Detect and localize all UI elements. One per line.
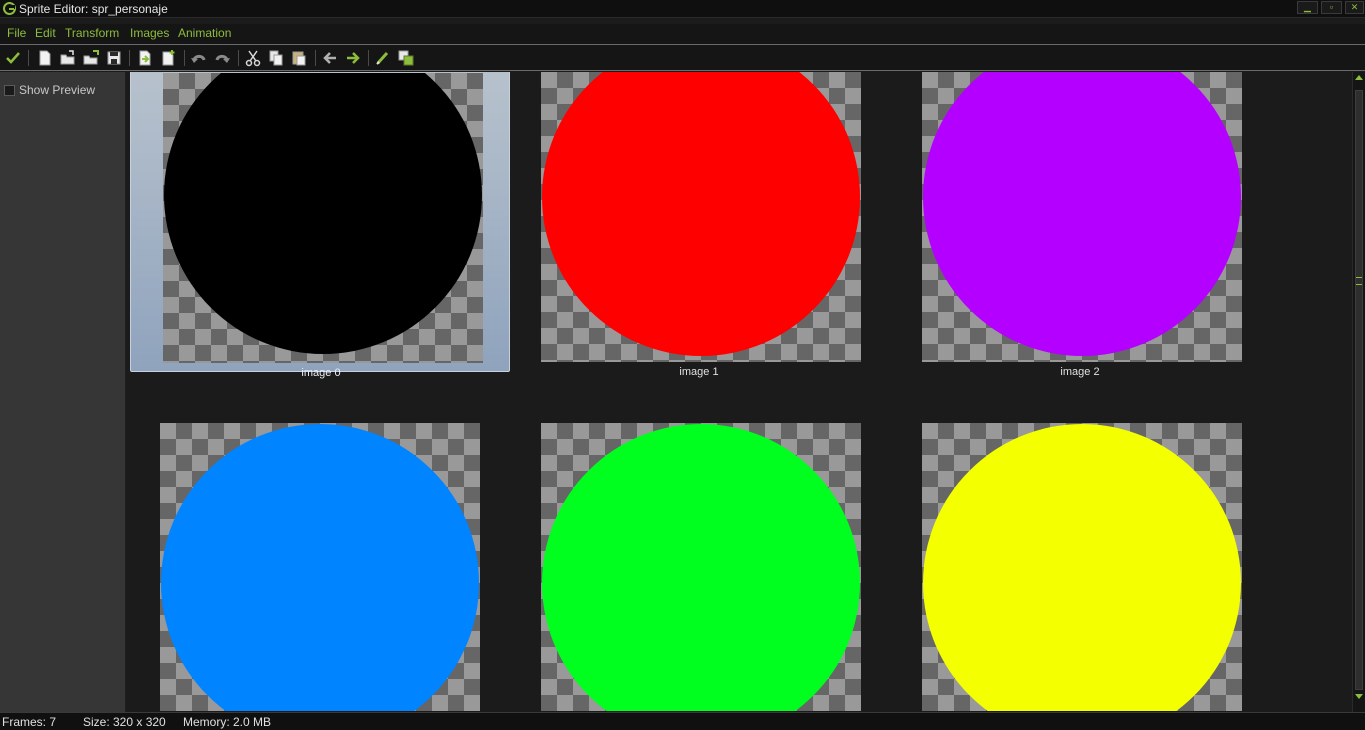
arrow-left-icon xyxy=(323,52,336,64)
scrollbar-thumb[interactable] xyxy=(1355,90,1363,690)
status-bar: Frames: 7 Size: 320 x 320 Memory: 2.0 MB xyxy=(0,712,1365,730)
copy-icon xyxy=(269,50,283,66)
copy-button[interactable] xyxy=(267,49,285,67)
frame-1-circle xyxy=(542,72,860,356)
frame-1-label: image 1 xyxy=(679,366,719,378)
move-left-button[interactable] xyxy=(321,49,339,67)
frame-5-circle xyxy=(923,424,1241,711)
status-frames: Frames: 7 xyxy=(2,715,57,729)
frame-2-circle xyxy=(923,72,1241,356)
frame-3[interactable] xyxy=(128,423,508,712)
new-frame-icon xyxy=(162,50,175,66)
status-size: Size: 320 x 320 xyxy=(83,715,166,729)
menu-edit[interactable]: Edit xyxy=(35,26,56,40)
cut-button[interactable] xyxy=(244,49,262,67)
close-button[interactable]: ✕ xyxy=(1345,1,1364,14)
restore-button[interactable]: ▫ xyxy=(1321,1,1342,14)
move-right-button[interactable] xyxy=(344,49,362,67)
frame-5-thumbnail xyxy=(922,423,1242,711)
new-frame-button[interactable] xyxy=(159,49,177,67)
paste-button[interactable] xyxy=(290,49,308,67)
undo-icon xyxy=(191,54,206,63)
save-button[interactable] xyxy=(105,49,123,67)
frame-0-label: image 0 xyxy=(301,367,341,379)
frame-2[interactable]: image 2 xyxy=(890,72,1270,378)
import-icon xyxy=(139,50,151,66)
undo-button[interactable] xyxy=(190,49,208,67)
open-icon xyxy=(60,50,75,65)
frame-grid: image 0 image 1 image 2 xyxy=(127,72,1352,712)
toolbar-divider xyxy=(315,50,316,66)
pencil-icon xyxy=(376,51,389,65)
menu-transform[interactable]: Transform xyxy=(65,26,119,40)
frame-4[interactable] xyxy=(509,423,889,712)
toolbar-divider xyxy=(238,50,239,66)
frame-1[interactable]: image 1 xyxy=(509,72,889,378)
frame-3-circle xyxy=(161,424,479,711)
frame-0[interactable]: image 0 xyxy=(130,72,510,379)
scroll-down-icon[interactable] xyxy=(1355,694,1363,699)
toolbar-divider xyxy=(368,50,369,66)
cut-icon xyxy=(245,50,261,67)
toolbar xyxy=(0,45,1365,71)
window-title: Sprite Editor: spr_personaje xyxy=(19,2,168,16)
redo-button[interactable] xyxy=(213,49,231,67)
frame-4-circle xyxy=(542,424,860,711)
new-icon xyxy=(39,50,51,66)
open-add-icon xyxy=(83,50,99,65)
left-panel: Show Preview xyxy=(0,72,126,712)
frame-1-thumbnail xyxy=(541,72,861,362)
minimize-button[interactable]: ▁ xyxy=(1297,1,1318,14)
show-preview-label: Show Preview xyxy=(19,83,96,97)
new-sprite-button[interactable] xyxy=(36,49,54,67)
redo-icon xyxy=(215,54,230,63)
show-preview-toggle[interactable]: Show Preview xyxy=(4,83,95,97)
arrow-right-icon xyxy=(347,52,360,64)
layers-icon xyxy=(398,50,414,66)
frame-4-thumbnail xyxy=(541,423,861,711)
toolbar-divider xyxy=(28,50,29,66)
scroll-up-icon[interactable] xyxy=(1355,75,1363,80)
layers-button[interactable] xyxy=(397,49,415,67)
open-add-button[interactable] xyxy=(82,49,100,67)
edit-image-button[interactable] xyxy=(374,49,392,67)
confirm-button[interactable] xyxy=(4,49,22,67)
frame-2-thumbnail xyxy=(922,72,1242,362)
show-preview-checkbox[interactable] xyxy=(4,84,15,96)
menu-bar: File Edit Transform Images Animation xyxy=(0,24,1365,44)
frame-5[interactable] xyxy=(890,423,1270,712)
frame-3-thumbnail xyxy=(160,423,480,711)
frame-0-thumbnail xyxy=(163,73,483,363)
toolbar-divider xyxy=(184,50,185,66)
status-memory: Memory: 2.0 MB xyxy=(183,715,272,729)
menu-animation[interactable]: Animation xyxy=(178,26,231,40)
vertical-scrollbar[interactable] xyxy=(1352,72,1365,712)
frame-2-label: image 2 xyxy=(1060,366,1100,378)
save-icon xyxy=(107,51,121,65)
scrollbar-grip-icon xyxy=(1356,277,1362,285)
menu-file[interactable]: File xyxy=(7,26,26,40)
paste-icon xyxy=(292,51,306,66)
toolbar-divider xyxy=(129,50,130,66)
menu-images[interactable]: Images xyxy=(130,26,169,40)
import-button[interactable] xyxy=(136,49,154,67)
confirm-icon xyxy=(6,52,20,64)
frame-0-circle xyxy=(164,73,482,354)
title-bar: Sprite Editor: spr_personaje ▁ ▫ ✕ xyxy=(0,0,1365,18)
app-icon xyxy=(3,2,16,15)
open-button[interactable] xyxy=(59,49,77,67)
